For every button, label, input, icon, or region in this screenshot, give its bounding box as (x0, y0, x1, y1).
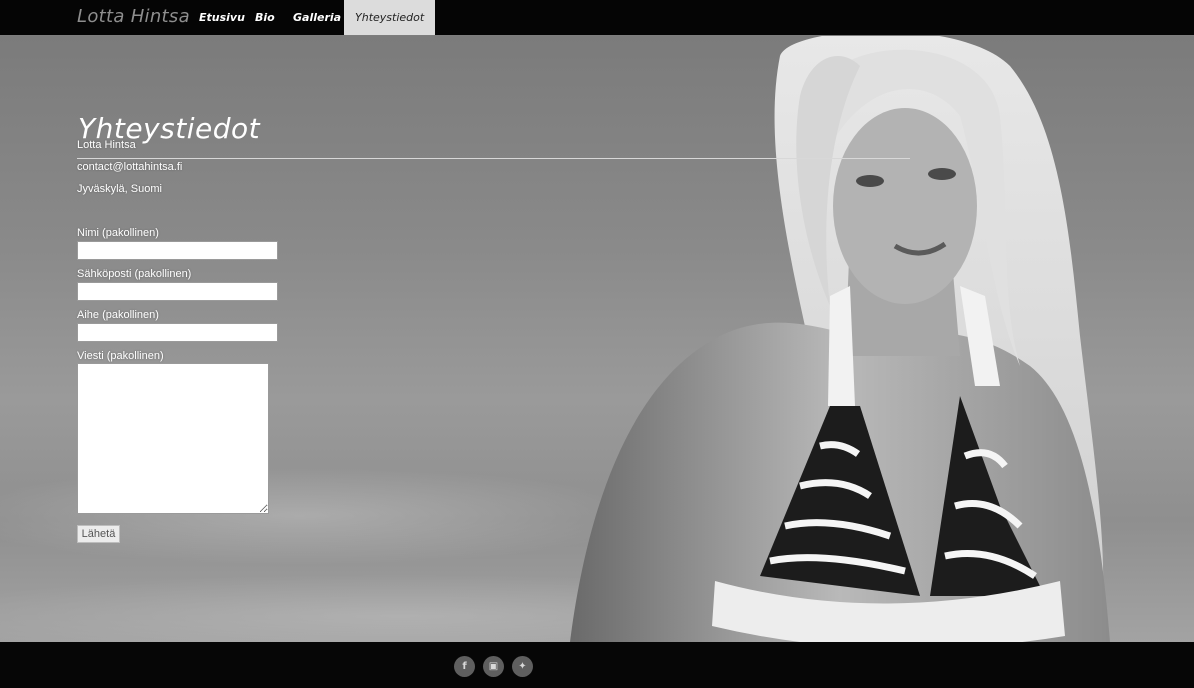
contact-location: Jyväskylä, Suomi (77, 183, 162, 195)
facebook-icon[interactable]: f (454, 656, 475, 677)
email-field[interactable] (77, 282, 278, 301)
message-textarea[interactable] (77, 363, 269, 514)
name-label: Nimi (pakollinen) (77, 227, 159, 239)
nav-item-etusivu[interactable]: Etusivu (199, 0, 245, 35)
hero-background-photo: Yhteystiedot Lotta Hintsa contact@lottah… (0, 36, 1194, 642)
nav-item-yhteystiedot[interactable]: Yhteystiedot (344, 0, 436, 35)
title-divider (77, 158, 910, 159)
nav-item-bio[interactable]: Bio (255, 0, 275, 35)
contact-email: contact@lottahintsa.fi (77, 161, 183, 173)
top-navbar: Lotta Hintsa Etusivu Bio Galleria Yhteys… (0, 0, 1194, 36)
nav-item-galleria[interactable]: Galleria (293, 0, 341, 35)
site-brand-link[interactable]: Lotta Hintsa (77, 6, 190, 27)
submit-button[interactable]: Lähetä (77, 525, 120, 543)
subject-label: Aihe (pakollinen) (77, 309, 159, 321)
contact-name: Lotta Hintsa (77, 139, 136, 151)
footer: f ▣ ✦ (0, 642, 1194, 688)
message-label: Viesti (pakollinen) (77, 350, 164, 362)
subject-field[interactable] (77, 323, 278, 342)
twitter-icon[interactable]: ✦ (512, 656, 533, 677)
name-field[interactable] (77, 241, 278, 260)
email-label: Sähköposti (pakollinen) (77, 268, 192, 280)
instagram-icon[interactable]: ▣ (483, 656, 504, 677)
